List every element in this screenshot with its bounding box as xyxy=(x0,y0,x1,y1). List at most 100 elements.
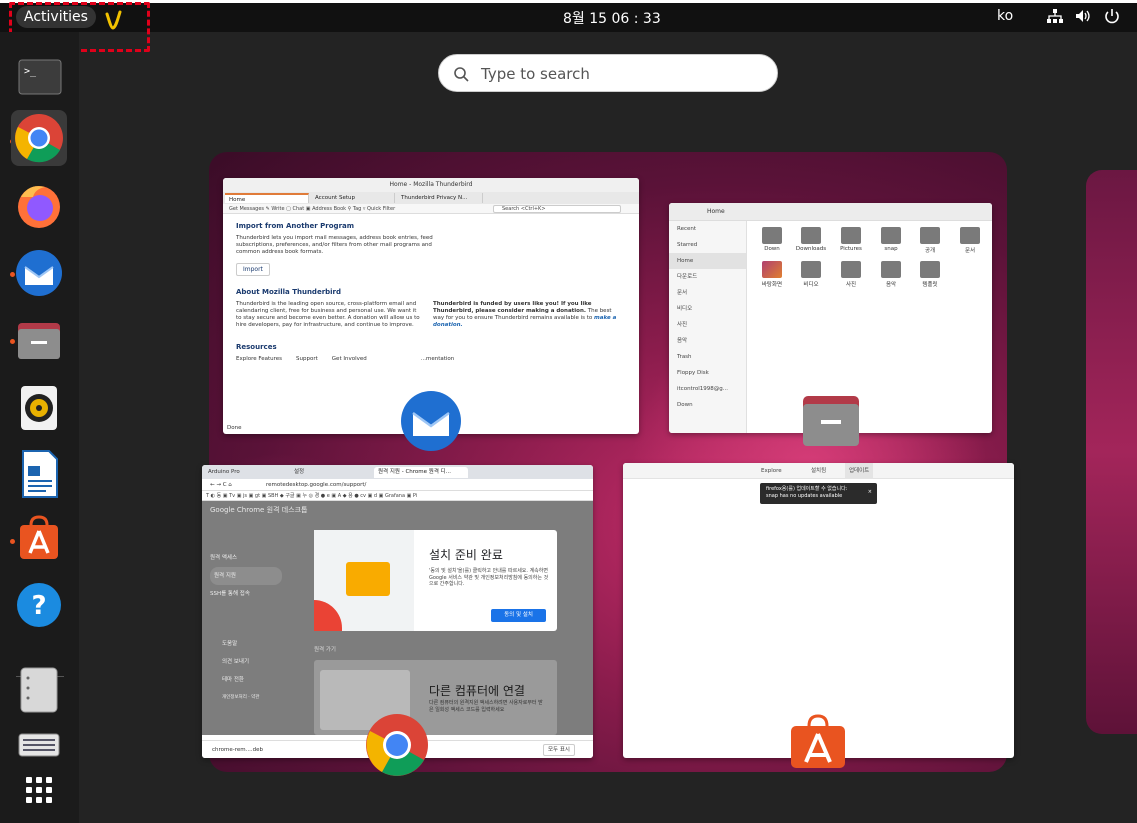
power-icon[interactable] xyxy=(1103,7,1121,25)
folder-label: snap xyxy=(884,246,898,252)
folder-icon[interactable] xyxy=(762,261,782,278)
tab-remote-support[interactable]: 원격 지원 - Chrome 원격 디... xyxy=(374,467,468,478)
accept-install-button[interactable]: 동의 및 설치 xyxy=(491,609,546,622)
sidebar-item-documents[interactable]: 문서 xyxy=(669,285,746,301)
tab-account-setup[interactable]: Account Setup xyxy=(311,193,395,203)
chrome-icon xyxy=(366,714,428,776)
sidebar-item-downloads[interactable]: 다운로드 xyxy=(669,269,746,285)
remote-sidebar: 원격 액세스 원격 지원 SSH를 통해 접속 xyxy=(210,549,282,603)
dock-rhythmbox[interactable] xyxy=(11,380,67,436)
sidebar-item-music[interactable]: 음악 xyxy=(669,333,746,349)
path-bar[interactable]: Home xyxy=(707,203,725,221)
bookmarks-bar: T ◐ 동 ▣ Tv ▣ js ▣ gt ▣ SBH ◆ 구글 ▣ 누 ◎ 경 … xyxy=(202,491,593,501)
tab-privacy[interactable]: Thunderbird Privacy N... xyxy=(397,193,483,203)
sidebar-item-account[interactable]: itcontrol1998@g... xyxy=(669,381,746,397)
dock-firefox[interactable] xyxy=(11,177,67,233)
dock-disk[interactable] xyxy=(11,662,67,718)
nav-theme[interactable]: 테마 전환 xyxy=(222,671,292,689)
tab-installed[interactable]: 설치됨 xyxy=(811,463,826,479)
nav-remote-access[interactable]: 원격 액세스 xyxy=(210,549,282,567)
update-error-toast: firefox용(를) 업데이트할 수 없습니다: snap has no up… xyxy=(760,483,877,504)
clock[interactable]: 8월 15 06 : 33 xyxy=(563,8,661,28)
folder-label: 사진 xyxy=(845,282,857,288)
sidebar-item-trash[interactable]: Trash xyxy=(669,349,746,365)
top-edge xyxy=(0,0,1137,3)
thunderbird-icon xyxy=(401,391,461,451)
nav-ssh[interactable]: SSH를 통해 접속 xyxy=(210,585,282,603)
sidebar-item-home[interactable]: Home xyxy=(669,253,746,269)
dock-software[interactable] xyxy=(11,511,67,567)
dock-writer[interactable] xyxy=(11,446,67,502)
home-content: Import from Another Program Thunderbird … xyxy=(236,222,626,363)
tab-bar: Home Account Setup Thunderbird Privacy N… xyxy=(223,192,639,204)
folder-icon[interactable] xyxy=(920,227,940,244)
folder-icon[interactable] xyxy=(881,261,901,278)
nav-help[interactable]: 도움말 xyxy=(222,635,292,653)
section-label: 원격 가기 xyxy=(314,647,336,653)
next-workspace-preview[interactable] xyxy=(1086,170,1137,734)
tab-settings[interactable]: 설정 xyxy=(294,467,370,478)
search-bar[interactable]: Type to search xyxy=(438,54,778,92)
input-language[interactable]: ko xyxy=(997,8,1013,24)
ubuntu-software-icon xyxy=(20,515,58,559)
import-button[interactable]: Import xyxy=(236,263,270,276)
folder-icon[interactable] xyxy=(920,261,940,278)
show-applications-button[interactable] xyxy=(11,765,67,821)
firefox-icon xyxy=(18,186,60,228)
show-all-button[interactable]: 모두 표시 xyxy=(543,744,575,756)
dock-files[interactable] xyxy=(11,313,67,369)
volume-icon[interactable] xyxy=(1074,7,1092,25)
nav-privacy[interactable]: 개인정보처리 · 약관 xyxy=(222,689,292,707)
url-text[interactable]: remotedesktop.google.com/support/ xyxy=(266,479,366,491)
folder-icon[interactable] xyxy=(801,227,821,244)
toast-close-icon[interactable]: × xyxy=(868,489,872,496)
sidebar-item-videos[interactable]: 비디오 xyxy=(669,301,746,317)
bookmarks[interactable]: T ◐ 동 ▣ Tv ▣ js ▣ gt ▣ SBH ◆ 구글 ▣ 누 ◎ 경 … xyxy=(206,491,417,501)
software-headerbar: Explore 설치됨 업데이트 xyxy=(623,463,1014,479)
folder-label: Pictures xyxy=(840,246,862,252)
dock-terminal[interactable]: >_ xyxy=(11,52,67,108)
folder-icon[interactable] xyxy=(762,227,782,244)
svg-text:>_: >_ xyxy=(24,66,37,77)
folder-label: 공개 xyxy=(924,248,936,254)
tab-home[interactable]: Home xyxy=(225,193,309,203)
folder-icon[interactable] xyxy=(960,227,980,244)
search-placeholder: Type to search xyxy=(481,65,590,83)
dock-chrome[interactable] xyxy=(11,110,67,166)
folder-icon[interactable] xyxy=(841,227,861,244)
toolbar-actions[interactable]: Get Messages ✎ Write ▢ Chat ▣ Address Bo… xyxy=(229,204,395,214)
tab-explore[interactable]: Explore xyxy=(761,463,782,479)
rhythmbox-icon xyxy=(21,386,57,430)
sidebar-item-floppy[interactable]: Floppy Disk xyxy=(669,365,746,381)
donate-bold: Thunderbird is funded by users like you!… xyxy=(433,301,592,314)
network-icon[interactable] xyxy=(1046,7,1064,25)
folder-icon[interactable] xyxy=(801,261,821,278)
nav-buttons[interactable]: ← → C ⌂ xyxy=(210,479,232,491)
tab-arduino[interactable]: Arduino Pro xyxy=(208,467,290,478)
tb-search-input[interactable]: Search <Ctrl+K> xyxy=(493,205,621,213)
folder-icon[interactable] xyxy=(841,261,861,278)
remote-sidebar-bottom: 도움말 의견 보내기 테마 전환 개인정보처리 · 약관 xyxy=(222,635,292,707)
search-icon xyxy=(454,67,469,82)
activities-overview: Activities 8월 15 06 : 33 ko >_ ? Type to… xyxy=(0,0,1137,823)
resource-link[interactable]: Explore Features xyxy=(236,356,282,363)
resource-link[interactable]: ...mentation xyxy=(421,356,455,363)
dock-thunderbird[interactable] xyxy=(11,245,67,301)
ubuntu-software-icon xyxy=(791,714,845,768)
illustration-shape xyxy=(346,562,390,596)
download-item[interactable]: chrome-rem....deb xyxy=(212,741,263,758)
sidebar-item-down[interactable]: Down xyxy=(669,397,746,413)
sidebar-item-pictures[interactable]: 사진 xyxy=(669,317,746,333)
folder-icon[interactable] xyxy=(881,227,901,244)
sidebar-item-starred[interactable]: Starred xyxy=(669,237,746,253)
address-bar[interactable]: ← → C ⌂ remotedesktop.google.com/support… xyxy=(202,479,593,491)
about-text: Thunderbird is the leading open source, … xyxy=(236,301,420,328)
resource-link[interactable]: Get Involved xyxy=(332,356,367,363)
tab-updates[interactable]: 업데이트 xyxy=(845,463,874,479)
libreoffice-writer-icon xyxy=(22,450,58,498)
sidebar-item-recent[interactable]: Recent xyxy=(669,221,746,237)
resource-link[interactable]: Support xyxy=(296,356,318,363)
nav-remote-support[interactable]: 원격 지원 xyxy=(210,567,282,585)
dock-help[interactable]: ? xyxy=(11,577,67,633)
nav-feedback[interactable]: 의견 보내기 xyxy=(222,653,292,671)
